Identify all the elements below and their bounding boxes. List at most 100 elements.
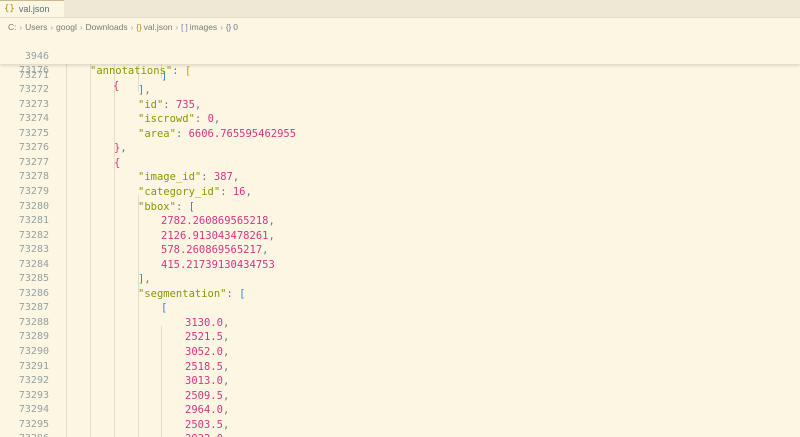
code-text: 2518.5,: [185, 360, 230, 373]
line-number: 73275: [18, 127, 49, 139]
code-text: "segmentation": [: [138, 287, 246, 300]
code-text: "bbox": [: [138, 200, 195, 213]
line-number: 73285: [18, 273, 49, 285]
line-number: 73278: [18, 171, 49, 183]
line-number: 73280: [18, 200, 49, 212]
code-editor[interactable]: 3946 "annotations": [ 73176 { 732702289.…: [0, 35, 800, 437]
line-number: 73284: [18, 258, 49, 270]
line-number: 73293: [18, 389, 49, 401]
line-number: 73292: [18, 375, 49, 387]
code-line[interactable]: 73275 "area": 6606.765595462955: [0, 127, 800, 142]
code-text: 2964.0,: [185, 404, 230, 417]
code-line[interactable]: 73288 3130.0,: [0, 316, 800, 331]
indent-guide: [138, 297, 139, 437]
code-text: 578.260869565217,: [161, 244, 269, 257]
line-number: 73176: [18, 65, 49, 77]
code-text: },: [114, 142, 127, 155]
code-text: "area": 6606.765595462955: [138, 127, 297, 140]
code-line[interactable]: 73284 415.21739130434753: [0, 258, 800, 273]
chevron-right-icon: ›: [130, 22, 134, 32]
code-line[interactable]: 73295 2503.5,: [0, 418, 800, 433]
chevron-right-icon: ›: [175, 22, 179, 32]
code-line[interactable]: 73279 "category_id": 16,: [0, 185, 800, 200]
code-line[interactable]: 73293 2509.5,: [0, 389, 800, 404]
code-text: 3052.0,: [185, 346, 230, 358]
line-number: 73288: [18, 316, 49, 328]
line-number: 73289: [18, 331, 49, 343]
indent-guide: [114, 64, 115, 437]
code-line[interactable]: 73285],: [0, 272, 800, 287]
line-number: 73279: [18, 185, 49, 197]
code-text: 2126.913043478261,: [161, 229, 275, 242]
code-text: "id": 735,: [138, 98, 202, 111]
chevron-right-icon: ›: [19, 22, 23, 32]
object-icon: {}: [225, 22, 232, 32]
line-number: 73287: [18, 302, 49, 314]
sticky-scroll-header[interactable]: 3946 "annotations": [ 73176 {: [0, 35, 800, 92]
code-line[interactable]: 73282 2126.913043478261,: [0, 229, 800, 244]
line-number: 73296: [0, 432, 49, 437]
indent-guide: [161, 326, 162, 437]
line-number: 73294: [18, 404, 49, 416]
code-line[interactable]: 73276},: [0, 141, 800, 156]
code-text: 2521.5,: [185, 331, 230, 344]
breadcrumb-item-images[interactable]: images: [190, 22, 217, 32]
line-number: 73283: [18, 244, 49, 256]
code-line[interactable]: 73296 2922.0,: [0, 432, 800, 437]
breadcrumb-item-file[interactable]: val.json: [144, 22, 173, 32]
chevron-right-icon: ›: [50, 22, 54, 32]
indent-guide: [66, 64, 67, 437]
breadcrumb-item-downloads[interactable]: Downloads: [86, 22, 128, 32]
json-file-icon: {}: [4, 4, 15, 14]
tab-val-json[interactable]: {} val.json: [0, 0, 64, 17]
code-line[interactable]: 73274 "iscrowd": 0,: [0, 112, 800, 127]
chevron-right-icon: ›: [220, 22, 223, 32]
code-line[interactable]: 73289 2521.5,: [0, 330, 800, 345]
code-line[interactable]: 73272],: [0, 83, 800, 98]
code-line[interactable]: 73292 3013.0,: [0, 374, 800, 389]
line-number: 73295: [18, 418, 49, 430]
code-line[interactable]: 73280 "bbox": [: [0, 200, 800, 215]
code-text: 3013.0,: [185, 375, 230, 388]
code-text: {: [113, 79, 120, 92]
code-line[interactable]: 73281 2782.260869565218,: [0, 214, 800, 229]
code-line[interactable]: 73283 578.260869565217,: [0, 243, 800, 258]
sticky-line[interactable]: 3946 "annotations": [: [0, 35, 800, 78]
code-line[interactable]: 73286 "segmentation": [: [0, 287, 800, 302]
code-text: "image_id": 387,: [138, 171, 240, 184]
code-line[interactable]: 73277{: [0, 156, 800, 171]
code-line[interactable]: 73291 2518.5,: [0, 360, 800, 375]
code-text: 415.21739130434753: [161, 258, 275, 271]
breadcrumb-item-index[interactable]: 0: [233, 22, 238, 32]
breadcrumb-item-googl[interactable]: googl: [56, 22, 77, 32]
code-text: 2509.5,: [185, 389, 230, 402]
code-line[interactable]: 73290 3052.0,: [0, 345, 800, 360]
code-lines: 732702289.573271]73272],73273"id": 735,7…: [0, 64, 800, 437]
line-number: 73282: [18, 229, 49, 241]
chevron-right-icon: ›: [79, 22, 83, 32]
breadcrumb: C: › Users › googl › Downloads › {} val.…: [0, 18, 800, 36]
line-number: 73291: [18, 360, 49, 372]
tab-label: val.json: [18, 4, 50, 14]
line-number: 73274: [18, 113, 49, 125]
code-text: "category_id": 16,: [138, 185, 252, 198]
line-number: 73290: [18, 346, 49, 357]
code-line[interactable]: 73273 "id": 735,: [0, 98, 800, 113]
line-number: 73286: [18, 287, 49, 299]
sticky-line[interactable]: 73176 {: [0, 50, 800, 92]
line-number: 73281: [18, 215, 49, 227]
line-number: 73277: [18, 156, 49, 168]
breadcrumb-item-drive[interactable]: C:: [8, 22, 17, 32]
code-text: 2782.260869565218,: [161, 215, 275, 228]
code-line[interactable]: 73287 [: [0, 301, 800, 316]
line-number: 73276: [18, 142, 49, 154]
code-line[interactable]: 73278 "image_id": 387,: [0, 170, 800, 185]
indent-guide: [90, 64, 91, 437]
code-text: 2503.5,: [185, 418, 230, 431]
code-line[interactable]: 73294 2964.0,: [0, 403, 800, 418]
code-text: ],: [138, 84, 151, 97]
code-text: 2922.0,: [185, 432, 229, 437]
breadcrumb-item-users[interactable]: Users: [25, 22, 47, 32]
code-text: "annotations": [: [90, 65, 192, 78]
tab-bar: {} val.json: [0, 0, 800, 18]
